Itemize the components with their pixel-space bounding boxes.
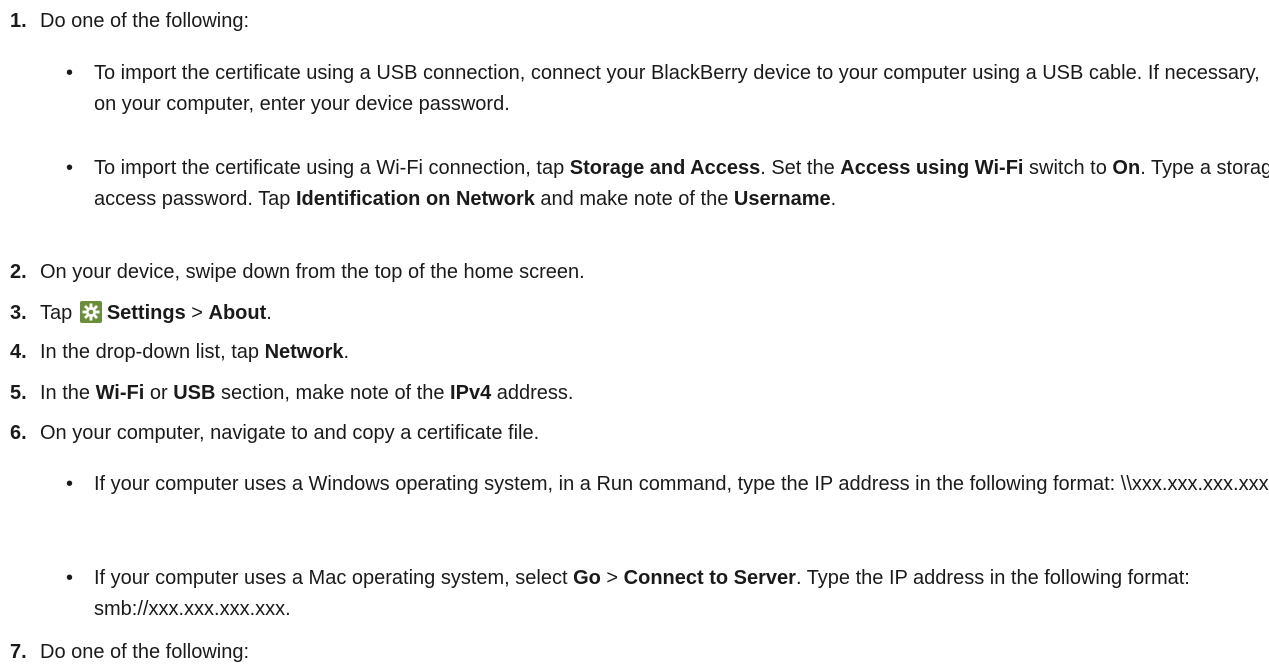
text-part: Tap [40, 302, 78, 324]
text-part: . [266, 302, 272, 324]
step-number: 2. [10, 261, 27, 283]
step-number: 3. [10, 302, 27, 324]
text-part: In the [40, 382, 96, 404]
text-part: or [144, 382, 174, 404]
text-part: . [343, 341, 350, 363]
step-number: 4. [10, 341, 27, 363]
bullet-item-mac: • If your computer uses a Mac operating … [66, 563, 1269, 625]
step-6: 6. On your computer, navigate to and copy… [0, 421, 539, 445]
text-part: In the drop-down list, tap [40, 341, 265, 363]
step-2: 2. On your device, swipe down from the to… [0, 260, 585, 284]
text-part: switch to [1023, 157, 1113, 179]
bold-term: Connect to Server [623, 567, 796, 589]
bullet-dot: • [66, 473, 74, 495]
step-number: 5. [10, 382, 27, 404]
instructions-document: 1. Do one of the following: • To import t… [0, 0, 1269, 668]
step-7: 7. Do one of the following: [0, 640, 249, 664]
text-part: To import the certificate using a Wi-Fi … [94, 157, 570, 179]
step-text: On your computer, navigate to and copy a… [40, 422, 540, 444]
bold-term: Wi-Fi [95, 382, 145, 404]
bullet-text: To import the certificate using a USB co… [94, 62, 1260, 115]
bullet-dot: • [66, 157, 74, 179]
step-text: Do one of the following: [40, 641, 250, 663]
bullet-item-wifi: • To import the certificate using a Wi-F… [66, 153, 1269, 215]
bold-term: About [208, 302, 267, 324]
text-part: If your computer uses a Mac operating sy… [94, 567, 574, 589]
bold-term: Access using Wi-Fi [840, 157, 1024, 179]
text-part: . Set the [760, 157, 841, 179]
bold-term: Username [733, 188, 831, 210]
step-text: Do one of the following: [40, 10, 250, 32]
bullet-text: If your computer uses a Windows operatin… [94, 473, 1269, 495]
text-part: address. [491, 382, 574, 404]
step-3: 3. Tap Settings > About. [0, 301, 272, 325]
step-text: On your device, swipe down from the top … [40, 261, 585, 283]
bold-term: Storage and Access [569, 157, 761, 179]
text-part: > [600, 567, 624, 589]
bold-term: USB [173, 382, 216, 404]
bullet-item-windows: • If your computer uses a Windows operat… [66, 469, 1269, 500]
bullet-dot: • [66, 567, 74, 589]
gear-icon [79, 301, 102, 323]
step-4: 4. In the drop-down list, tap Network. [0, 340, 349, 364]
text-part: . [830, 188, 837, 210]
text-part: section, make note of the [215, 382, 451, 404]
text-part: and make note of the [534, 188, 734, 210]
bullet-item-usb: • To import the certificate using a USB … [66, 58, 1269, 120]
bold-term: Network [264, 341, 344, 363]
step-number: 6. [10, 422, 27, 444]
bold-term: Settings [106, 302, 186, 324]
step-number: 7. [10, 641, 27, 663]
step-5: 5. In the Wi-Fi or USB section, make note… [0, 381, 573, 405]
step-1: 1. Do one of the following: [0, 9, 249, 33]
bold-term: IPv4 [450, 382, 492, 404]
bold-term: Identification on Network [295, 188, 535, 210]
bold-term: On [1112, 157, 1141, 179]
step-number: 1. [10, 10, 27, 32]
text-part: > [185, 302, 209, 324]
bold-term: Go [573, 567, 601, 589]
bullet-dot: • [66, 62, 74, 84]
